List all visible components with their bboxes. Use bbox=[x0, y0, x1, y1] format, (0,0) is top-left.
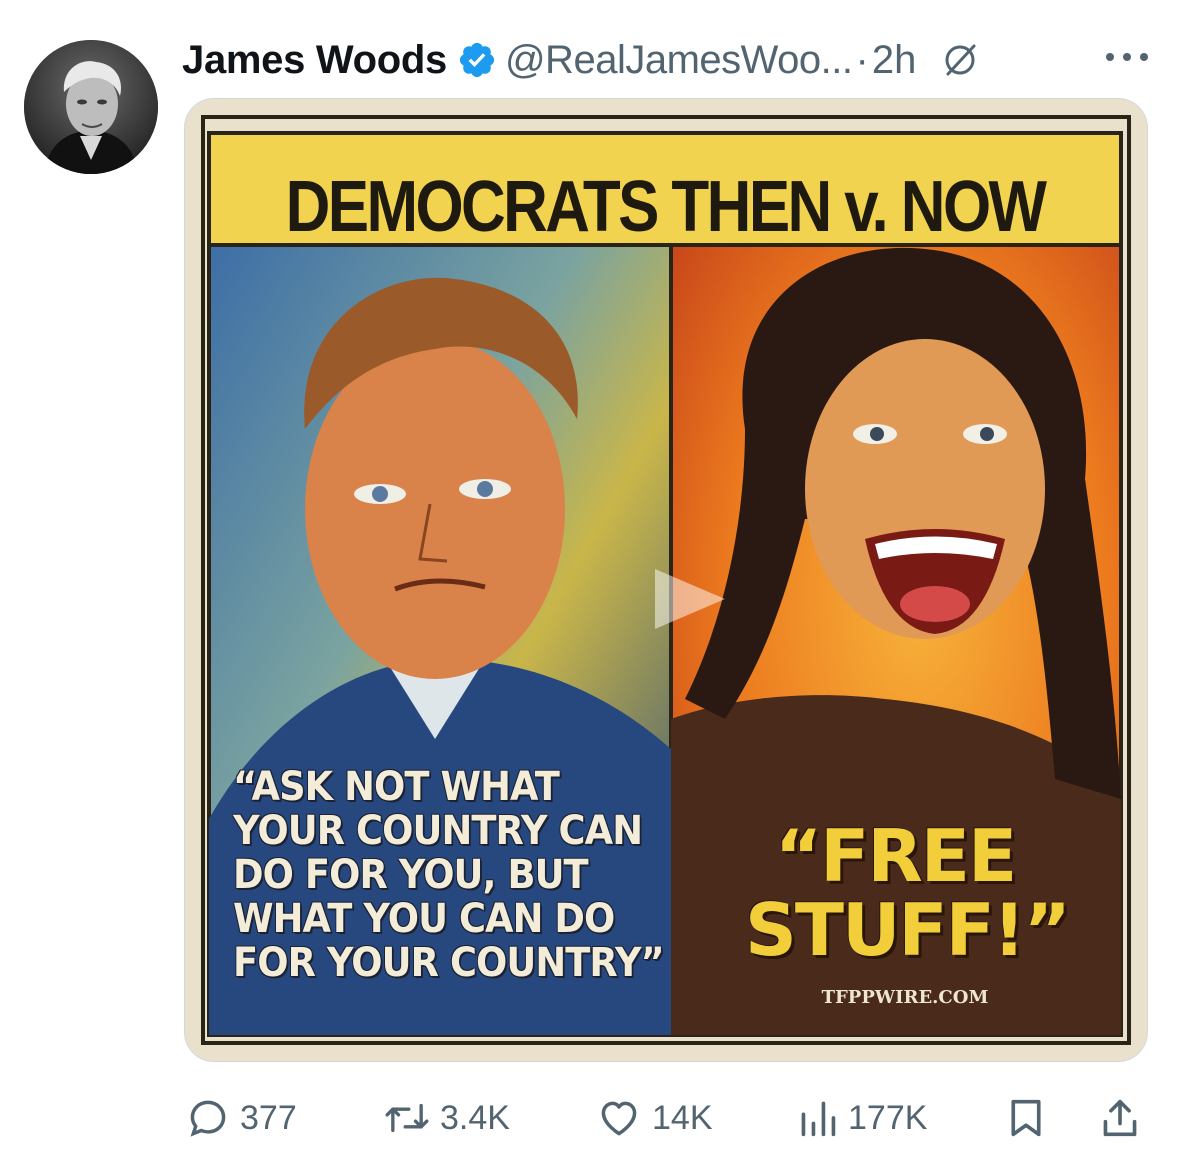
left-quote: “ASK NOT WHAT YOUR COUNTRY CAN DO FOR YO… bbox=[233, 764, 665, 986]
bookmark-icon bbox=[1011, 1099, 1041, 1137]
like-button[interactable]: 14K bbox=[596, 1090, 713, 1146]
left-quote-line: FOR YOUR COUNTRY” bbox=[233, 940, 665, 986]
share-button[interactable] bbox=[1100, 1090, 1140, 1146]
avatar-photo bbox=[24, 40, 158, 174]
repost-button[interactable]: 3.4K bbox=[384, 1090, 510, 1146]
post-media-image[interactable]: DEMOCRATS THEN v. NOW “ASK NOT WHAT YOUR… bbox=[184, 98, 1148, 1062]
left-quote-line: YOUR COUNTRY CAN bbox=[233, 808, 643, 854]
views-button[interactable]: 177K bbox=[798, 1090, 927, 1146]
poster-title: DEMOCRATS THEN v. NOW bbox=[285, 167, 1047, 247]
separator-dot: · bbox=[855, 37, 869, 82]
grok-icon[interactable] bbox=[940, 40, 980, 80]
repost-count: 3.4K bbox=[440, 1098, 510, 1137]
author-handle[interactable]: @RealJamesWoo... bbox=[505, 38, 853, 83]
like-icon bbox=[601, 1101, 637, 1136]
left-quote-line: “ASK NOT WHAT bbox=[233, 764, 560, 810]
author-name[interactable]: James Woods bbox=[182, 38, 447, 83]
post-header: James Woods @RealJamesWoo... · 2h bbox=[182, 30, 1158, 90]
more-icon[interactable] bbox=[1102, 50, 1152, 64]
repost-icon bbox=[385, 1103, 429, 1133]
bookmark-button[interactable] bbox=[1006, 1090, 1046, 1146]
author-avatar[interactable] bbox=[24, 40, 158, 174]
left-quote-line: WHAT YOU CAN DO bbox=[233, 896, 615, 942]
reply-icon bbox=[190, 1100, 226, 1137]
view-count: 177K bbox=[848, 1098, 928, 1137]
verified-badge-icon bbox=[459, 42, 495, 78]
like-count: 14K bbox=[652, 1098, 713, 1137]
left-quote-line: DO FOR YOU, BUT bbox=[233, 852, 589, 898]
reply-button[interactable]: 377 bbox=[186, 1090, 297, 1146]
post-time[interactable]: 2h bbox=[872, 38, 917, 83]
watermark-text: TFPPWIRE.COM bbox=[821, 987, 989, 1008]
right-quote-line: “FREE bbox=[774, 814, 1017, 898]
share-icon bbox=[1103, 1099, 1137, 1137]
right-quote-line: STUFF!” bbox=[745, 888, 1071, 972]
right-quote: “FREE STUFF!” bbox=[745, 814, 1071, 972]
post-action-bar: 377 3.4K 14K 177K bbox=[186, 1090, 1146, 1146]
reply-count: 377 bbox=[240, 1098, 297, 1137]
views-icon bbox=[801, 1101, 836, 1137]
